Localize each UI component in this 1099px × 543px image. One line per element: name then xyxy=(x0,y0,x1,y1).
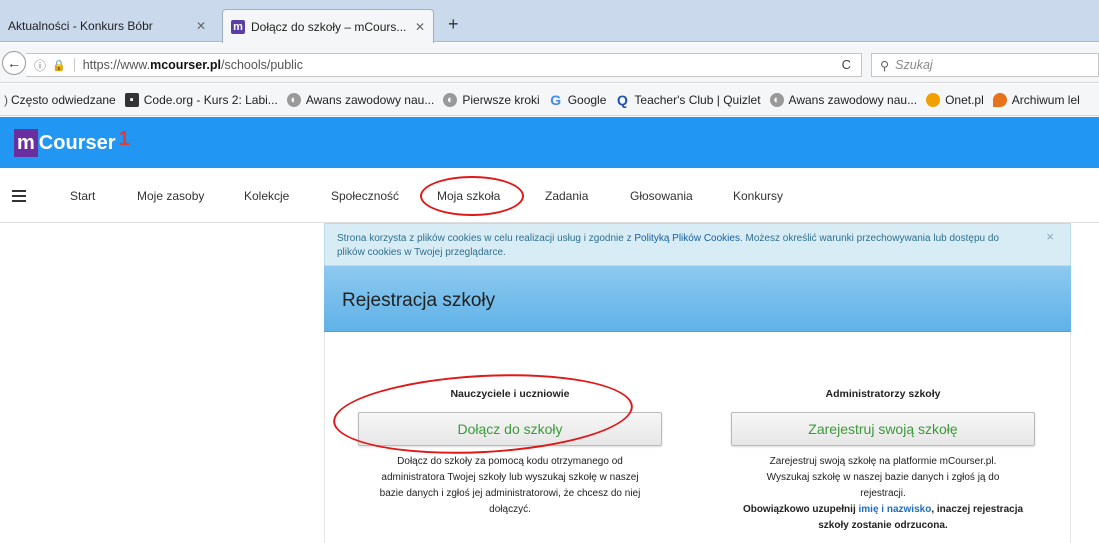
bookmark-label: Awans zawodowy nau... xyxy=(305,92,435,107)
bookmark-label: Google xyxy=(567,92,607,107)
back-arrow-icon[interactable]: ← xyxy=(2,51,26,75)
tab-label: Dołącz do szkoły – mCours... xyxy=(251,19,407,34)
address-bar[interactable]: ⓘ 🔒 https://www. mcourser.pl/schools/publ… xyxy=(26,53,862,77)
reload-icon[interactable]: C xyxy=(842,57,851,72)
name-link[interactable]: imię i nazwisko xyxy=(859,504,932,515)
bookmark-quizlet[interactable]: Q Teacher's Club | Quizlet xyxy=(615,91,761,108)
globe-icon: ◐ xyxy=(443,92,458,107)
browser-tab-bar: Aktualności - Konkurs Bóbr ✕ m Dołącz do… xyxy=(0,0,1099,43)
section-heading: Administratorzy szkoły xyxy=(825,388,941,400)
search-placeholder: Szukaj xyxy=(895,58,933,72)
close-tab-icon[interactable]: ✕ xyxy=(196,19,206,33)
nav-spolecznosc[interactable]: Społeczność xyxy=(331,189,399,203)
school-admins-section: Administratorzy szkoły Zarejestruj swoją… xyxy=(731,386,1035,534)
logo-mark: 1 xyxy=(118,128,130,150)
note-text: Obowiązkowo uzupełnij xyxy=(742,504,859,515)
mcourser-favicon-icon: m xyxy=(231,19,245,34)
nav-zadania[interactable]: Zadania xyxy=(545,189,588,203)
nav-start[interactable]: Start xyxy=(70,189,95,203)
nav-kolekcje[interactable]: Kolekcje xyxy=(244,189,289,203)
app-header: m Courser 1 xyxy=(0,117,1099,168)
bookmark-label: Onet.pl xyxy=(945,92,984,107)
quizlet-icon: Q xyxy=(616,91,628,108)
bookmark-label: Archiwum lel xyxy=(1011,92,1080,107)
close-icon[interactable]: × xyxy=(1046,230,1054,244)
logo-m: m xyxy=(14,129,38,157)
nav-konkursy[interactable]: Konkursy xyxy=(733,189,783,203)
lock-icon[interactable]: 🔒 xyxy=(52,59,66,72)
bookmark-czesto-odwiedzane[interactable]: Często odwiedzane xyxy=(11,93,116,107)
logo-text: Courser xyxy=(38,132,116,154)
bookmark-overflow-icon[interactable]: ) xyxy=(4,93,8,107)
search-icon: ⚲ xyxy=(880,58,890,73)
register-school-button[interactable]: Zarejestruj swoją szkołę xyxy=(731,412,1035,446)
globe-icon: ◐ xyxy=(286,92,301,107)
search-input[interactable]: ⚲ Szukaj xyxy=(871,53,1099,77)
close-tab-icon[interactable]: ✕ xyxy=(415,20,425,34)
nav-glosowania[interactable]: Głosowania xyxy=(630,189,693,203)
google-icon: G xyxy=(550,91,562,108)
url-path: /schools/public xyxy=(220,58,303,72)
tab-label: Aktualności - Konkurs Bóbr xyxy=(8,19,153,33)
onet-icon xyxy=(926,92,941,107)
bookmark-pierwsze-kroki[interactable]: ◐ Pierwsze kroki xyxy=(443,92,540,107)
bookmark-onet[interactable]: Onet.pl xyxy=(926,92,984,107)
mandatory-note: Obowiązkowo uzupełnij imię i nazwisko, i… xyxy=(731,502,1035,534)
bookmark-google[interactable]: G Google xyxy=(549,91,607,108)
bookmark-awans-1[interactable]: ◐ Awans zawodowy nau... xyxy=(286,92,435,107)
bookmark-awans-2[interactable]: ◐ Awans zawodowy nau... xyxy=(769,92,918,107)
cookie-notice: Strona korzysta z plików cookies w celu … xyxy=(324,223,1071,266)
bookmark-archiwum[interactable]: Archiwum lel xyxy=(992,92,1080,107)
nav-moje-zasoby[interactable]: Moje zasoby xyxy=(137,189,204,203)
tab-dolacz-do-szkoly[interactable]: m Dołącz do szkoły – mCours... ✕ xyxy=(222,9,434,43)
url-prefix: https://www. xyxy=(82,58,151,72)
globe-icon: ◐ xyxy=(769,92,784,107)
menu-icon[interactable] xyxy=(12,190,26,205)
annotation-circle-nav xyxy=(420,176,524,216)
archiwum-icon xyxy=(992,92,1007,107)
tab-aktualnosci[interactable]: Aktualności - Konkurs Bóbr ✕ xyxy=(0,10,214,42)
bookmark-label: Często odwiedzane xyxy=(11,92,116,107)
divider xyxy=(73,58,75,72)
section-description: Dołącz do szkoły za pomocą kodu otrzyman… xyxy=(379,456,641,515)
main-nav: Start Moje zasoby Kolekcje Społeczność M… xyxy=(0,168,1099,223)
bookmark-code-org[interactable]: ▪ Code.org - Kurs 2: Labi... xyxy=(124,92,278,107)
cookie-text: Strona korzysta z plików cookies w celu … xyxy=(337,233,635,244)
bookmarks-bar: ) Często odwiedzane ▪ Code.org - Kurs 2: … xyxy=(0,84,1099,116)
section-description: Zarejestruj swoją szkołę na platformie m… xyxy=(766,456,1000,499)
info-icon[interactable]: ⓘ xyxy=(34,57,46,74)
mcourser-logo[interactable]: m Courser 1 xyxy=(14,128,130,157)
cookie-policy-link[interactable]: Polityką Plików Cookies xyxy=(634,233,740,244)
bookmark-label: Code.org - Kurs 2: Labi... xyxy=(143,92,278,107)
navigation-toolbar: ← ⓘ 🔒 https://www. mcourser.pl/schools/pu… xyxy=(0,43,1099,83)
bookmark-label: Teacher's Club | Quizlet xyxy=(634,92,761,107)
bookmark-label: Awans zawodowy nau... xyxy=(788,92,918,107)
code-org-icon: ▪ xyxy=(124,92,139,107)
bookmark-label: Pierwsze kroki xyxy=(462,92,540,107)
page-title: Rejestracja szkoły xyxy=(342,290,496,311)
panel-header: Rejestracja szkoły xyxy=(324,266,1071,332)
new-tab-button[interactable]: + xyxy=(448,14,459,35)
url-domain: mcourser.pl xyxy=(150,58,221,72)
